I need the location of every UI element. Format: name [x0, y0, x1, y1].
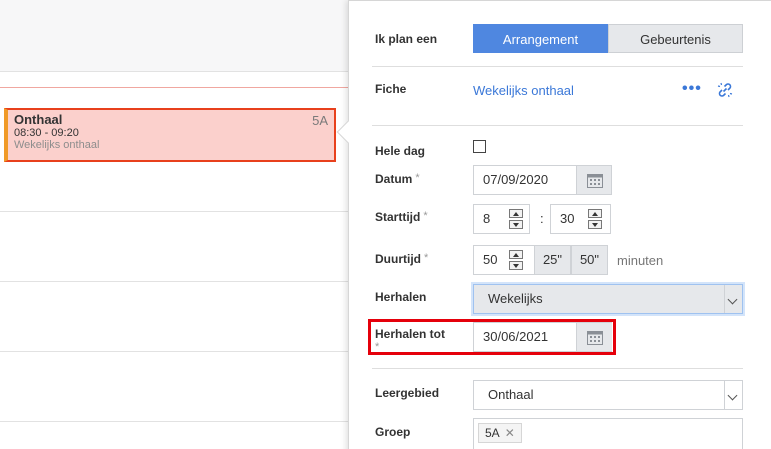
herhalen-tot-highlight: [368, 319, 616, 355]
event-fiche: Wekelijks onthaal: [14, 139, 100, 151]
required-mark: *: [424, 252, 429, 264]
duurtijd-input[interactable]: 50: [473, 245, 535, 275]
divider: [372, 66, 743, 67]
fiche-label: Fiche: [375, 82, 407, 96]
start-hour-stepper[interactable]: [509, 209, 523, 229]
required-mark: *: [423, 210, 428, 222]
datum-label: Datum *: [375, 172, 420, 186]
decrement-icon[interactable]: [588, 220, 602, 229]
groep-tag: 5A ✕: [478, 423, 522, 443]
calendar-header-row: [0, 0, 350, 72]
divider: [372, 125, 743, 126]
calendar-view: [0, 0, 350, 449]
divider: [372, 368, 743, 369]
increment-icon[interactable]: [509, 250, 523, 259]
calendar-hour-line: [0, 281, 350, 282]
hele-dag-label: Hele dag: [375, 144, 426, 158]
leergebied-select[interactable]: Onthaal: [473, 380, 743, 410]
chevron-down-icon[interactable]: [724, 381, 742, 409]
plan-type-gebeurtenis-button[interactable]: Gebeurtenis: [608, 24, 743, 53]
calendar-icon: [587, 174, 603, 188]
starttijd-label: Starttijd *: [375, 210, 428, 224]
decrement-icon[interactable]: [509, 261, 523, 270]
plan-type-arrangement-button[interactable]: Arrangement: [473, 24, 608, 53]
time-separator: :: [540, 211, 544, 226]
calendar-hour-line: [0, 421, 350, 422]
duurtijd-stepper[interactable]: [509, 250, 523, 270]
start-hour-input[interactable]: 8: [473, 204, 530, 234]
duur-preset-50-button[interactable]: 50": [571, 245, 608, 275]
increment-icon[interactable]: [509, 209, 523, 218]
herhalen-label: Herhalen: [375, 290, 427, 304]
chevron-down-icon[interactable]: [724, 285, 742, 313]
groep-label: Groep: [375, 425, 411, 439]
more-options-icon[interactable]: •••: [682, 80, 702, 98]
event-time: 08:30 - 09:20: [14, 127, 79, 139]
calendar-hour-line: [0, 351, 350, 352]
hele-dag-checkbox[interactable]: [473, 140, 486, 153]
herhalen-select[interactable]: Wekelijks: [473, 284, 743, 314]
datum-input[interactable]: 07/09/2020: [473, 165, 577, 195]
unlink-icon[interactable]: [716, 81, 734, 99]
start-minute-input[interactable]: 30: [550, 204, 611, 234]
remove-tag-icon[interactable]: ✕: [505, 426, 515, 440]
increment-icon[interactable]: [588, 209, 602, 218]
datum-calendar-button[interactable]: [576, 165, 612, 195]
duur-unit-label: minuten: [617, 253, 664, 268]
calendar-event[interactable]: Onthaal 08:30 - 09:20 Wekelijks onthaal …: [4, 108, 336, 162]
start-minute-stepper[interactable]: [588, 209, 602, 229]
decrement-icon[interactable]: [509, 220, 523, 229]
duur-preset-25-button[interactable]: 25": [534, 245, 571, 275]
required-mark: *: [415, 172, 420, 184]
plan-type-label: Ik plan een: [375, 32, 438, 46]
leergebied-label: Leergebied: [375, 386, 440, 400]
event-title: Onthaal: [14, 112, 63, 127]
event-group: 5A: [312, 113, 328, 128]
fiche-link[interactable]: Wekelijks onthaal: [473, 83, 574, 98]
calendar-hour-line: [0, 211, 350, 212]
duurtijd-label: Duurtijd *: [375, 252, 429, 266]
